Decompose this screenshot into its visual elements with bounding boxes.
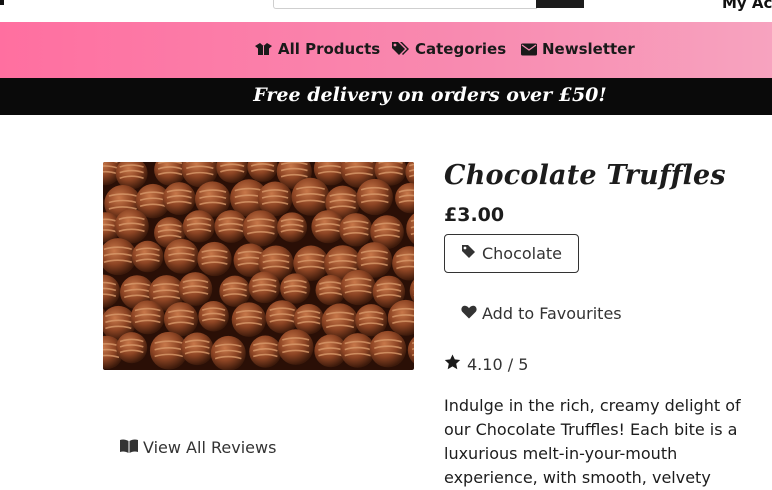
tag-icon	[461, 244, 476, 263]
nav-categories-label: Categories	[415, 40, 506, 58]
top-bar: My Ac	[0, 0, 772, 22]
search-button[interactable]	[536, 0, 584, 8]
nav-newsletter[interactable]: Newsletter	[521, 40, 635, 58]
main-nav: All Products Categories Newsletter	[0, 22, 772, 78]
nav-all-products[interactable]: All Products	[254, 40, 380, 58]
tags-icon	[391, 41, 410, 57]
promo-banner-text: Free delivery on orders over £50!	[0, 84, 772, 106]
rating-value: 4.10 / 5	[467, 355, 528, 374]
book-open-icon	[120, 438, 138, 457]
search-input[interactable]	[273, 0, 537, 9]
logo[interactable]	[0, 0, 4, 5]
product-title: Chocolate Truffles	[444, 160, 726, 191]
category-tag-button[interactable]: Chocolate	[444, 234, 579, 273]
category-tag-label: Chocolate	[482, 244, 562, 263]
envelope-icon	[521, 43, 537, 56]
nav-newsletter-label: Newsletter	[542, 40, 635, 58]
nav-all-products-label: All Products	[278, 40, 380, 58]
box-open-icon	[254, 42, 273, 56]
add-to-favourites-button[interactable]: Add to Favourites	[461, 304, 622, 323]
view-all-reviews-link[interactable]: View All Reviews	[120, 438, 276, 457]
product-image	[103, 162, 414, 370]
product-description: Indulge in the rich, creamy delight of o…	[444, 394, 744, 490]
product-rating: 4.10 / 5	[444, 354, 528, 374]
nav-categories[interactable]: Categories	[391, 40, 506, 58]
heart-icon	[461, 304, 477, 323]
view-all-reviews-label: View All Reviews	[143, 438, 276, 457]
add-to-favourites-label: Add to Favourites	[482, 304, 622, 323]
star-icon	[444, 354, 461, 374]
my-account-link[interactable]: My Ac	[722, 0, 772, 12]
promo-banner: Free delivery on orders over £50!	[0, 78, 772, 115]
product-price: £3.00	[444, 204, 504, 226]
